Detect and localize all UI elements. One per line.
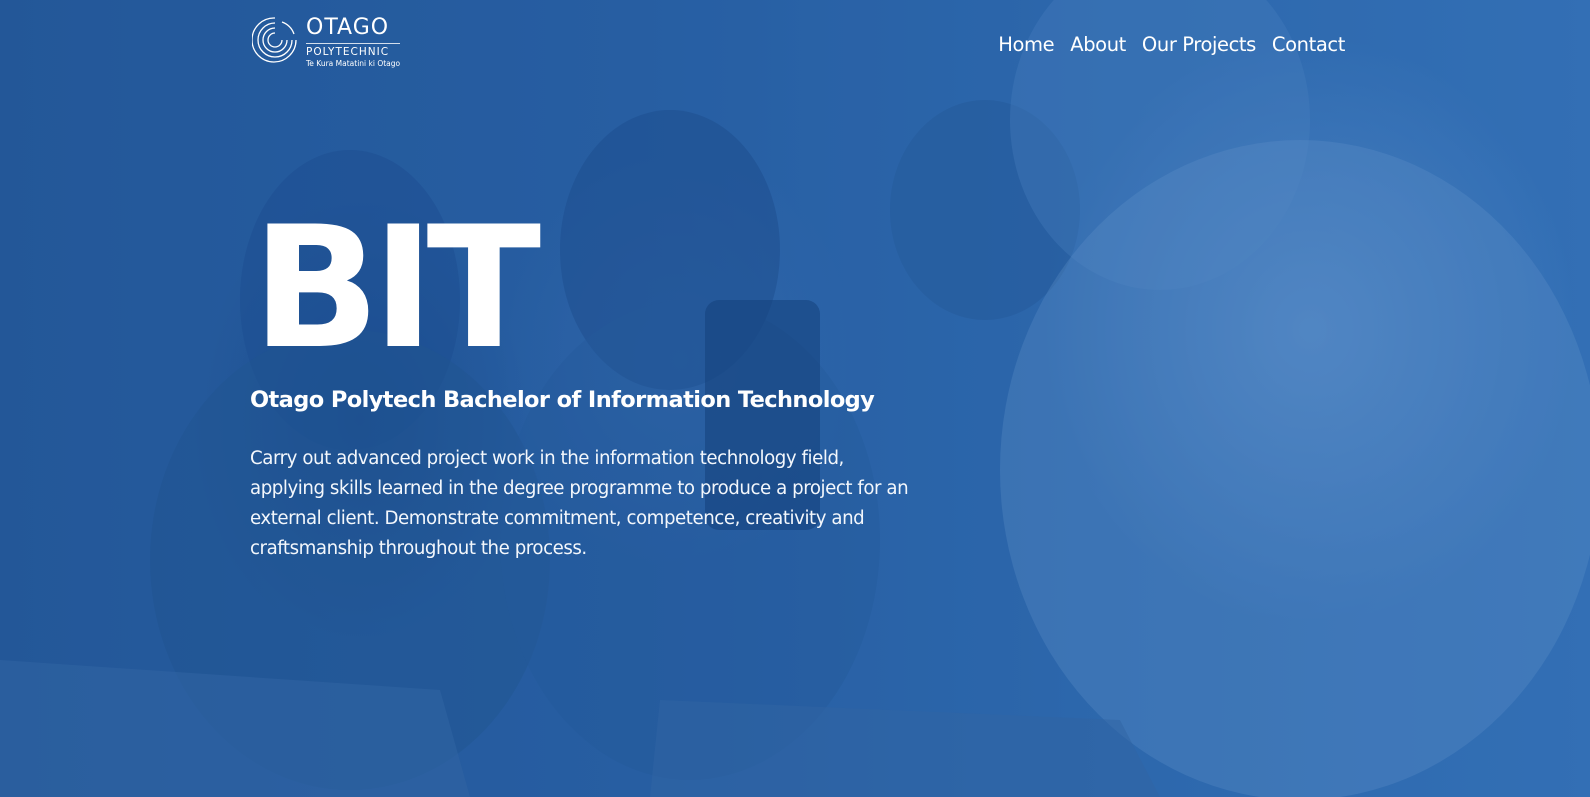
- nav-about-link[interactable]: About: [1062, 30, 1134, 60]
- main-nav: Home About Our Projects Contact: [990, 30, 1353, 60]
- logo-subtitle: POLYTECHNIC: [306, 43, 401, 59]
- nav-contact-link[interactable]: Contact: [1264, 30, 1353, 60]
- logo-swirl-icon: [252, 17, 297, 63]
- logo-tagline: Te Kura Matatini ki Otago: [306, 59, 401, 68]
- nav-home-link[interactable]: Home: [990, 30, 1062, 60]
- hero-description: Carry out advanced project work in the i…: [250, 448, 909, 559]
- otago-polytechnic-logo[interactable]: OTAGO POLYTECHNIC Te Kura Matatini ki Ot…: [252, 14, 402, 72]
- logo-name: OTAGO: [306, 15, 390, 40]
- hero-subtitle: Otago Polytech Bachelor of Information T…: [250, 387, 875, 413]
- hero-title: BIT: [252, 190, 541, 386]
- nav-our-projects-link[interactable]: Our Projects: [1134, 30, 1264, 60]
